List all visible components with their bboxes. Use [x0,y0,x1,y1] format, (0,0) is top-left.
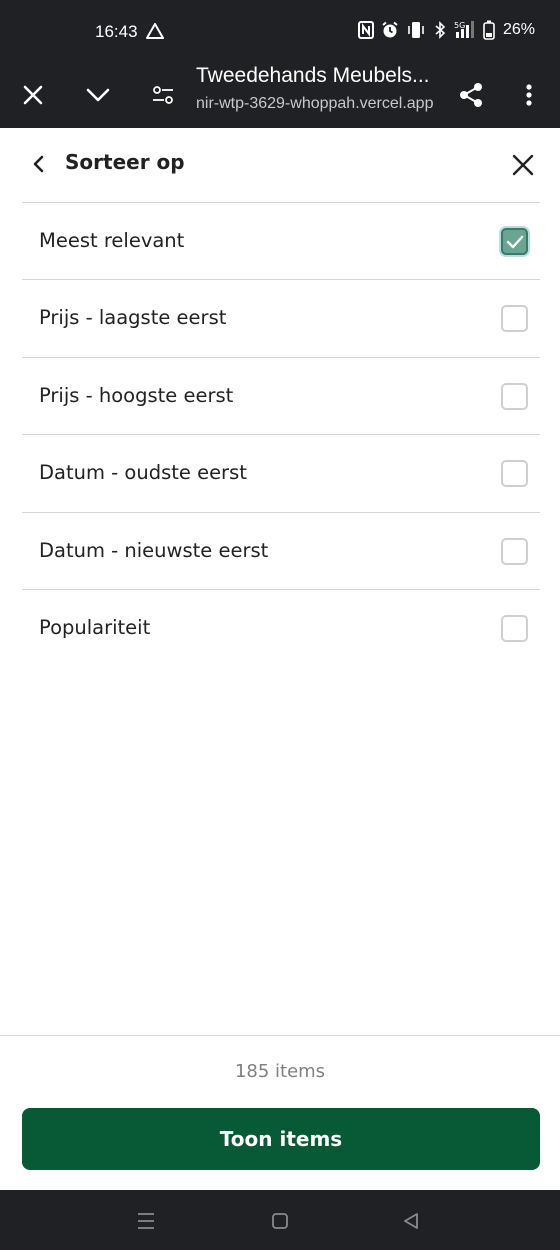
chevron-down-icon [86,88,110,102]
option-label: Populariteit [39,615,151,639]
more-vert-icon [526,84,532,106]
show-items-button[interactable]: Toon items [22,1108,540,1170]
sort-option-datum-nieuwste[interactable]: Datum - nieuwste eerst [22,511,540,589]
sort-option-prijs-laagste[interactable]: Prijs - laagste eerst [22,279,540,356]
sheet-title: Sorteer op [65,150,185,174]
sort-option-meest-relevant[interactable]: Meest relevant [22,202,540,279]
back-button[interactable] [22,148,54,180]
signal-icon: 5G [454,21,474,38]
option-label: Datum - oudste eerst [39,461,247,485]
battery-icon [483,20,495,40]
battery-percentage: 26% [503,21,536,38]
option-label: Prijs - laagste eerst [39,306,227,330]
option-label: Prijs - hoogste eerst [39,383,234,407]
bluetooth-icon [435,21,446,39]
sort-option-datum-oudste[interactable]: Datum - oudste eerst [22,434,540,511]
tune-icon [153,86,173,104]
more-options-button[interactable] [511,77,547,113]
items-count: 185 items [234,1061,326,1082]
back-arrow-icon [33,155,44,173]
sort-option-populariteit[interactable]: Populariteit [22,588,540,666]
alarm-icon [382,21,398,38]
checkbox-checked[interactable] [501,228,528,255]
checkbox[interactable] [501,305,528,333]
close-icon [512,154,534,176]
back-nav-icon [404,1213,418,1229]
system-nav-bar [0,1190,560,1250]
status-time: 16:43 [95,22,138,41]
recents-button[interactable] [131,1206,161,1236]
check-icon [506,235,523,248]
close-tab-button[interactable] [15,77,51,113]
recents-icon [138,1213,154,1229]
svg-text:5G: 5G [454,21,465,30]
home-button[interactable] [265,1206,295,1236]
page-url[interactable]: nir-wtp-3629-whoppah.vercel.app [196,95,446,113]
sort-option-prijs-hoogste[interactable]: Prijs - hoogste eerst [22,356,540,434]
close-sheet-button[interactable] [506,148,540,182]
close-icon [23,85,43,105]
footer-divider [0,1035,560,1036]
warning-icon [146,23,164,43]
status-bar: 16:43 5G 26% [0,0,560,62]
nfc-icon [358,21,374,39]
status-icons: 5G 26% [358,20,535,40]
sort-sheet-header: Sorteer op [0,128,560,202]
checkbox[interactable] [501,382,528,410]
back-nav-button[interactable] [396,1206,426,1236]
browser-toolbar: Tweedehands Meubels... nir-wtp-3629-whop… [0,62,560,128]
checkbox[interactable] [501,460,528,488]
home-icon [272,1213,288,1229]
option-label: Datum - nieuwste eerst [39,538,269,562]
option-label: Meest relevant [39,229,185,252]
sort-options-list: Meest relevant Prijs - laagste eerst Pri… [22,202,540,666]
vibrate-icon [408,22,424,38]
page-title: Tweedehands Meubels... [196,64,430,87]
site-settings-button[interactable] [145,77,181,113]
share-button[interactable] [453,77,489,113]
minimize-button[interactable] [80,77,116,113]
checkbox[interactable] [501,537,528,565]
checkbox[interactable] [501,614,528,642]
share-icon [460,83,482,107]
